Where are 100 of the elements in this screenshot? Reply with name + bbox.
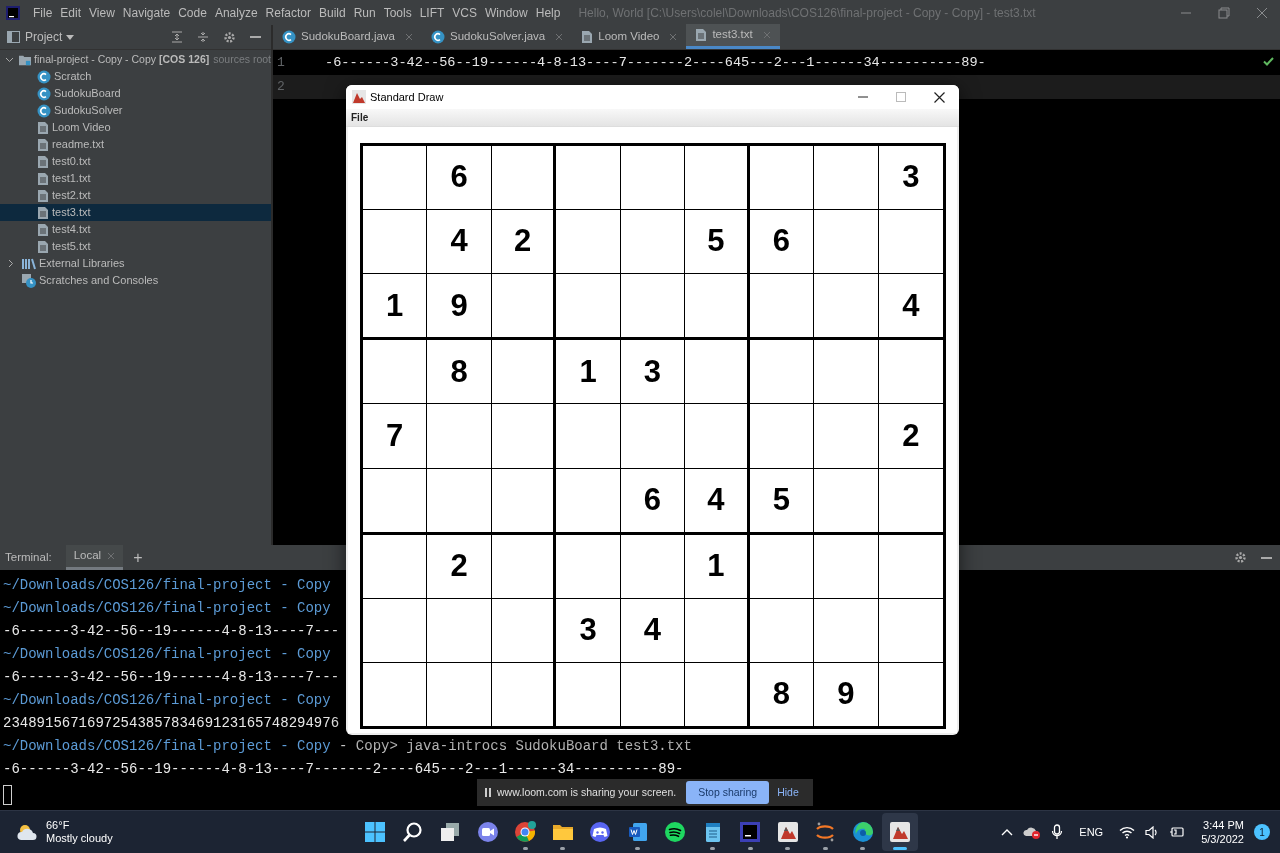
tree-item[interactable]: test4.txt [0,221,271,238]
wifi-icon[interactable] [1119,825,1136,839]
taskbar-button[interactable] [882,813,918,851]
restore-icon[interactable] [1218,6,1230,19]
code-line: -6------3-42--56--19------4-8-13----7-------2----645---2---1------34----------89- [325,53,986,72]
terminal-command: - Copy> java-introcs SudokuBoard test3.txt [339,737,692,756]
class-icon [282,29,296,44]
class-icon [37,86,51,101]
app-logo-icon [6,5,20,20]
menu-item[interactable]: File [29,3,57,22]
tree-item[interactable]: SudokuBoard [0,85,271,102]
editor-tab[interactable]: SudokuSolver.java [422,24,573,49]
editor-tab[interactable]: Loom Video [572,24,687,49]
running-indicator [822,847,828,850]
menu-item[interactable]: Analyze [210,3,262,22]
terminal-prompt: ~/Downloads/COS126/final-project - Copy [3,645,331,664]
cloud-icon[interactable] [1023,825,1042,839]
menu-item[interactable]: Refactor [261,3,315,22]
menu-item[interactable]: Code [174,3,211,22]
sudoku-cell [556,534,621,599]
tree-item[interactable]: External Libraries [0,255,271,272]
terminal-tab[interactable]: Local [65,545,124,570]
chevron-down-icon[interactable] [5,55,14,64]
stop-sharing-button[interactable]: Stop sharing [686,781,770,804]
file-icon [37,222,49,237]
battery-icon[interactable] [1169,826,1186,838]
line-number: 1 [276,54,286,73]
windows-icon [439,821,461,843]
chevron-up-icon[interactable] [1001,828,1014,836]
scratch-icon [22,273,36,288]
file-icon [37,205,49,220]
language-indicator[interactable]: ENG [1079,823,1104,841]
sudoku-cell [491,534,557,599]
tree-item[interactable]: readme.txt [0,136,271,153]
tree-item[interactable]: test2.txt [0,187,271,204]
expand-all-icon[interactable] [171,31,183,43]
sudoku-cell: 9 [814,662,879,726]
chevron-right-icon[interactable] [6,259,15,268]
settings-icon[interactable] [223,30,236,44]
sudoku-cell: 1 [363,274,428,341]
sudoku-cell [491,340,557,405]
close-icon[interactable] [934,91,945,103]
sudoku-cell [556,210,621,275]
notification-badge[interactable]: 1 [1254,824,1270,840]
editor-tab[interactable]: SudokuBoard.java [273,24,422,49]
new-tab-button[interactable]: + [133,549,143,566]
file-icon [37,188,49,203]
orbit-icon [814,821,836,843]
browser-icon [514,821,536,843]
sudoku-cell [427,468,492,535]
editor-tab[interactable]: test3.txt [686,24,780,49]
menu-item[interactable]: Help [531,3,565,22]
sudoku-cell [685,598,750,663]
speaker-icon[interactable] [1145,825,1160,839]
tree-item[interactable]: test3.txt [0,204,271,221]
tree-item[interactable]: test0.txt [0,153,271,170]
terminal-output: -6------3-42--56--19------4-8-13----7--- [3,668,340,687]
menu-item[interactable]: LIFT [415,3,449,22]
file-icon [37,239,49,254]
tree-item[interactable]: test1.txt [0,170,271,187]
tree-item[interactable]: SudokuSolver [0,102,271,119]
sudoku-cell: 2 [427,534,492,599]
menu-item[interactable]: Window [481,3,532,22]
sudoku-cell [620,146,686,211]
collapse-all-icon[interactable] [197,31,209,43]
tree-item[interactable]: Scratch [0,68,271,85]
menu-item[interactable]: Build [314,3,350,22]
sudoku-cell: 3 [556,598,621,663]
sudoku-cell [814,598,879,663]
running-indicator [747,847,753,850]
pause-icon[interactable] [485,788,491,797]
settings-icon[interactable] [1234,551,1247,564]
sharing-message: www.loom.com is sharing your screen. [497,784,677,800]
start-icon [364,821,386,843]
menu-item[interactable]: Navigate [118,3,175,22]
menu-item[interactable]: Tools [379,3,416,22]
sudoku-cell: 4 [427,210,492,275]
sudoku-cell [749,598,815,663]
menu-item[interactable]: Edit [56,3,86,22]
checkmark-icon [1263,57,1274,66]
menu-item[interactable]: View [85,3,119,22]
sudoku-cell: 5 [685,210,750,275]
weather-temperature: 66°F [46,819,71,832]
terminal-prompt: ~/Downloads/COS126/final-project - Copy [3,691,331,710]
tree-item[interactable]: test5.txt [0,238,271,255]
tree-item[interactable]: Scratches and Consoles [0,272,271,289]
menu-item[interactable]: VCS [448,3,482,22]
sudoku-cell [749,274,815,341]
menu-item[interactable]: File [346,110,374,125]
clock[interactable]: 3:44 PM 5/3/2022 [1201,818,1244,846]
sudoku-cell [556,146,621,211]
edge-icon [851,821,874,843]
hide-button[interactable]: Hide [769,781,807,804]
menu-item[interactable]: Run [349,3,380,22]
java-window-icon [776,821,799,843]
tree-item[interactable]: Loom Video [0,119,271,136]
microphone-icon[interactable] [1051,824,1064,840]
panel-dropdown[interactable]: Project [25,28,75,46]
hide-icon[interactable] [1261,556,1272,559]
tree-item[interactable]: final-project - Copy - Copy [COS 126] sources root [0,51,271,68]
